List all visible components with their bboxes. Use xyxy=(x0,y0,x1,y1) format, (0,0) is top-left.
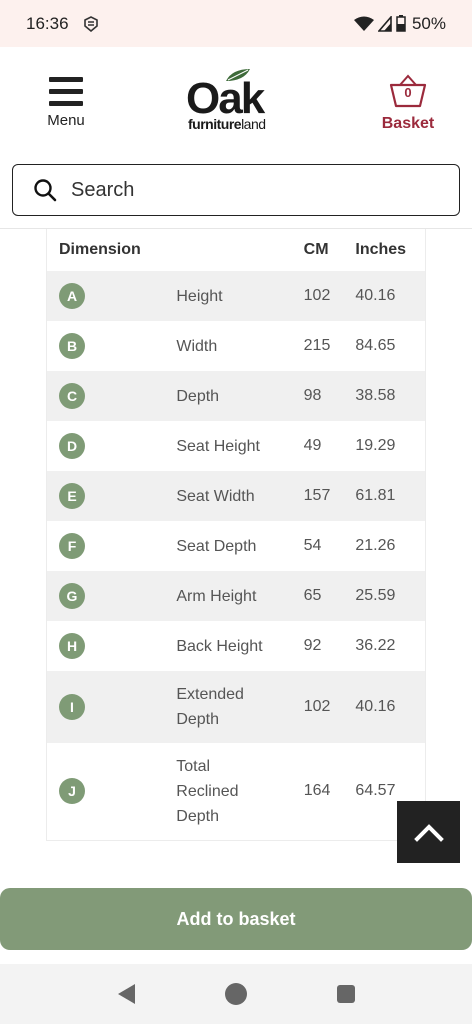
back-triangle-icon[interactable] xyxy=(117,984,135,1004)
menu-button[interactable]: Menu xyxy=(40,77,92,129)
dimension-name: Seat Height xyxy=(176,437,260,455)
dimension-cm: 215 xyxy=(303,337,331,354)
table-row: D Seat Height 49 19.29 xyxy=(47,421,425,471)
dimension-cm: 102 xyxy=(303,698,331,715)
dimension-cm: 164 xyxy=(303,782,331,799)
table-row: J Total Reclined Depth 164 64.57 xyxy=(47,743,425,839)
home-circle-icon[interactable] xyxy=(224,983,247,1005)
dimension-badge: J xyxy=(59,778,85,804)
dimension-name: Seat Width xyxy=(176,487,255,505)
dimension-badge: H xyxy=(59,633,85,659)
add-to-basket-button[interactable]: Add to basket xyxy=(0,888,472,950)
table-row: G Arm Height 65 25.59 xyxy=(47,571,425,621)
site-logo[interactable]: Oak furnitureland xyxy=(184,67,288,133)
signal-icon xyxy=(377,15,392,32)
dimension-cm: 98 xyxy=(303,387,322,404)
dimension-name: Extended Depth xyxy=(176,686,244,728)
logo-sub-bold: furniture xyxy=(188,116,242,132)
dimension-name: Arm Height xyxy=(176,587,257,605)
table-row: E Seat Width 157 61.81 xyxy=(47,471,425,521)
table-row: A Height 102 40.16 xyxy=(47,271,425,321)
search-bar[interactable]: Search xyxy=(12,164,460,216)
basket-label: Basket xyxy=(381,115,435,132)
chevron-up-icon xyxy=(413,824,444,842)
logo-sub-text: furnitureland xyxy=(188,117,266,131)
dimension-inches: 25.59 xyxy=(355,587,396,604)
dimension-name: Width xyxy=(176,337,218,355)
battery-icon xyxy=(396,15,406,32)
basket-button[interactable]: 0 Basket xyxy=(378,73,438,133)
dimension-name: Total Reclined Depth xyxy=(176,757,239,825)
dimension-inches: 19.29 xyxy=(355,437,396,454)
dimension-cm: 54 xyxy=(303,537,322,554)
dimension-name: Back Height xyxy=(176,637,263,655)
status-bar: 16:36 50% xyxy=(0,0,472,47)
dimension-cm: 157 xyxy=(303,487,331,504)
dimension-name: Depth xyxy=(176,387,220,405)
search-input[interactable]: Search xyxy=(71,179,134,202)
dimension-cm: 49 xyxy=(303,437,322,454)
dimension-inches: 36.22 xyxy=(355,637,396,654)
table-row: H Back Height 92 36.22 xyxy=(47,621,425,671)
dimension-cm: 65 xyxy=(303,587,322,604)
dimension-inches: 38.58 xyxy=(355,387,396,404)
dimension-badge: G xyxy=(59,583,85,609)
dimension-inches: 61.81 xyxy=(355,487,396,504)
dimension-inches: 21.26 xyxy=(355,537,396,554)
dimension-name: Seat Depth xyxy=(176,537,257,555)
table-row: B Width 215 84.65 xyxy=(47,321,425,371)
dimension-badge: E xyxy=(59,483,85,509)
table-row: F Seat Depth 54 21.26 xyxy=(47,521,425,571)
site-header: Menu Oak furnitureland 0 Basket xyxy=(0,47,472,159)
wifi-icon xyxy=(353,16,374,31)
basket-icon: 0 xyxy=(388,73,428,109)
basket-count: 0 xyxy=(404,85,412,100)
dimension-cm: 102 xyxy=(303,287,331,304)
logo-sub-light: land xyxy=(241,116,266,132)
table-row: I Extended Depth 102 40.16 xyxy=(47,671,425,743)
dimension-badge: D xyxy=(59,433,85,459)
dimension-cm: 92 xyxy=(303,637,322,654)
dimension-inches: 64.57 xyxy=(355,782,396,799)
battery-percent: 50% xyxy=(411,13,446,33)
dimension-badge: B xyxy=(59,333,85,359)
scroll-to-top-button[interactable] xyxy=(397,801,460,863)
menu-label: Menu xyxy=(47,112,85,129)
hamburger-icon xyxy=(40,77,92,106)
logo-main-text: Oak xyxy=(186,74,265,123)
dimension-badge: C xyxy=(59,383,85,409)
dimension-inches: 84.65 xyxy=(355,337,396,354)
recent-square-icon[interactable] xyxy=(336,985,355,1003)
status-indicators: 50% xyxy=(353,13,446,34)
table-header: Dimension CM Inches xyxy=(47,229,425,271)
table-row: C Depth 98 38.58 xyxy=(47,371,425,421)
notification-icon xyxy=(83,15,98,32)
header-dimension: Dimension xyxy=(59,241,141,258)
search-icon xyxy=(34,179,57,202)
dimension-badge: F xyxy=(59,533,85,559)
header-cm: CM xyxy=(303,241,329,258)
status-time: 16:36 xyxy=(26,13,69,33)
dimension-inches: 40.16 xyxy=(355,287,396,304)
dimension-inches: 40.16 xyxy=(355,698,396,715)
dimension-badge: I xyxy=(59,694,85,720)
header-inches: Inches xyxy=(355,241,407,258)
system-nav-bar xyxy=(0,964,472,1024)
dimension-badge: A xyxy=(59,283,85,309)
dimension-name: Height xyxy=(176,287,223,305)
dimensions-table: Dimension CM Inches A Height 102 40.16 B… xyxy=(46,229,426,841)
